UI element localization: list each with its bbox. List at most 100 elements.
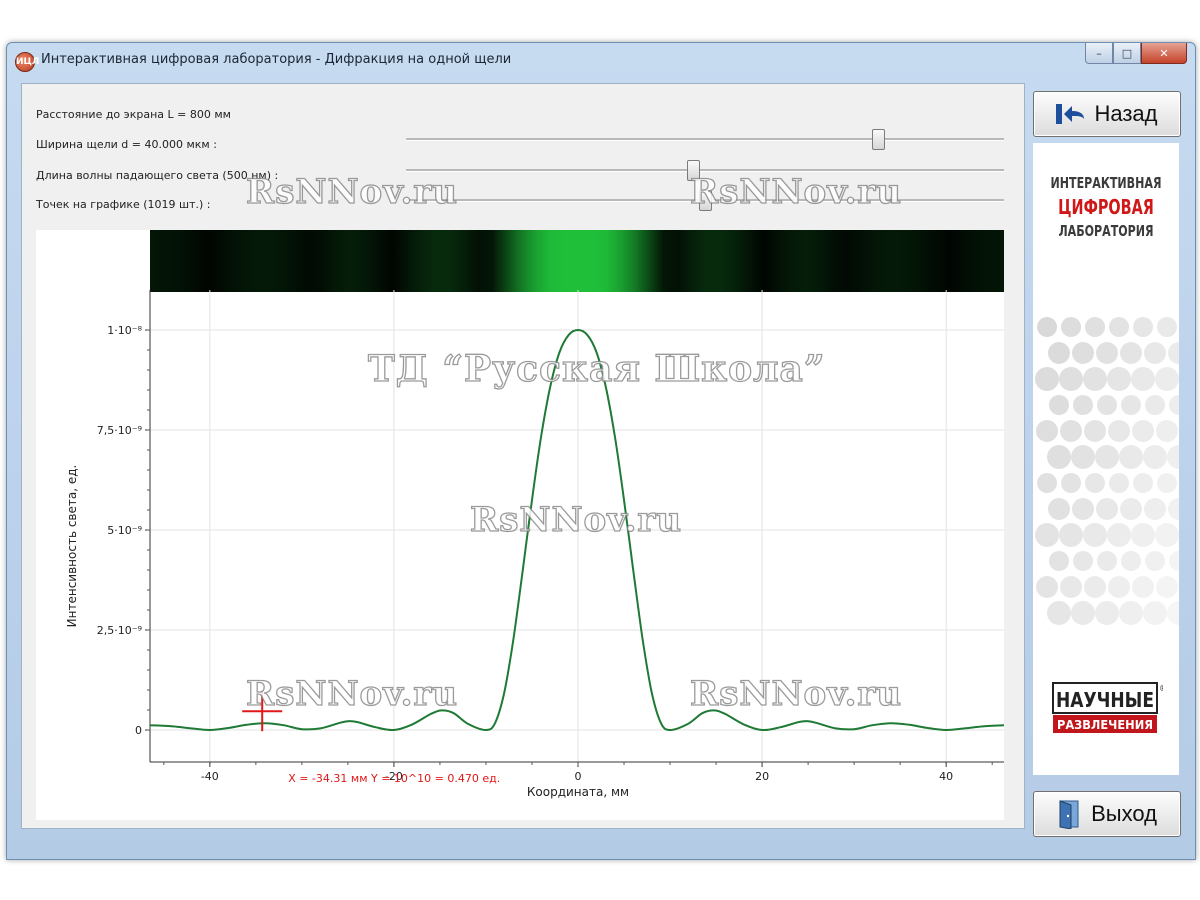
y-axis-label: Интенсивность света, ед. <box>65 465 79 628</box>
back-button-label: Назад <box>1094 101 1158 126</box>
publisher-logo: НАУЧНЫЕ РАЗВЛЕЧЕНИЯ ® <box>1052 682 1163 733</box>
decorative-dot <box>1096 342 1118 364</box>
decorative-dot <box>1132 420 1154 442</box>
svg-text:®: ® <box>1159 684 1163 693</box>
decorative-dot <box>1121 551 1141 571</box>
y-tick-label: 1·10⁻⁸ <box>107 324 142 337</box>
decorative-dot <box>1133 317 1153 337</box>
decorative-dot <box>1168 342 1179 364</box>
decorative-dot <box>1037 317 1057 337</box>
decorative-dot <box>1107 523 1131 547</box>
decorative-dot <box>1049 395 1069 415</box>
decorative-dot <box>1047 601 1071 625</box>
decorative-dot <box>1109 317 1129 337</box>
decorative-dot <box>1071 601 1095 625</box>
decorative-dot <box>1144 498 1166 520</box>
cursor-readout: X = -34.31 мм Y = 10^10 = 0.470 ед. <box>288 772 500 785</box>
decorative-dot <box>1109 473 1129 493</box>
decorative-dot <box>1096 498 1118 520</box>
exit-button-label: Выход <box>1091 801 1157 826</box>
lab-brand-logo: ИНТЕРАКТИВНАЯ ЦИФРОВАЯ ЛАБОРАТОРИЯ <box>1050 174 1162 240</box>
decorative-dot <box>1036 576 1058 598</box>
window-title: Интерактивная цифровая лаборатория - Диф… <box>41 52 512 67</box>
wavelength-label: Длина волны падающего света (500 нм) : <box>36 169 279 182</box>
decorative-dot <box>1072 342 1094 364</box>
points-slider-thumb[interactable] <box>699 190 712 211</box>
decorative-dot <box>1097 551 1117 571</box>
decorative-dot <box>1036 420 1058 442</box>
y-tick-label: 0 <box>135 724 142 737</box>
main-panel: Расстояние до экрана L = 800 мм Ширина щ… <box>21 83 1025 829</box>
decorative-dots <box>1035 317 1179 625</box>
decorative-dot <box>1120 342 1142 364</box>
x-tick-label: 0 <box>575 770 582 783</box>
points-slider[interactable] <box>406 190 1004 211</box>
decorative-dot <box>1145 551 1165 571</box>
exit-button[interactable]: Выход <box>1033 791 1181 837</box>
decorative-dot <box>1048 498 1070 520</box>
x-tick-label: 20 <box>755 770 769 783</box>
decorative-dot <box>1107 367 1131 391</box>
maximize-button[interactable]: □ <box>1113 43 1141 64</box>
title-bar[interactable]: ИЦЛ Интерактивная цифровая лаборатория -… <box>7 43 1195 77</box>
decorative-dot <box>1157 473 1177 493</box>
decorative-dot <box>1047 445 1071 469</box>
decorative-dot <box>1145 395 1165 415</box>
decorative-dot <box>1061 317 1081 337</box>
decorative-dot <box>1121 395 1141 415</box>
decorative-dot <box>1169 551 1179 571</box>
decorative-dot <box>1155 523 1179 547</box>
decorative-dot <box>1085 317 1105 337</box>
slit-width-slider[interactable] <box>406 129 1004 150</box>
y-tick-label: 2,5·10⁻⁹ <box>97 624 142 637</box>
decorative-dot <box>1071 445 1095 469</box>
minimize-button[interactable]: – <box>1085 43 1113 64</box>
decorative-dot <box>1083 523 1107 547</box>
decorative-dot <box>1095 445 1119 469</box>
decorative-dot <box>1133 473 1153 493</box>
wavelength-slider[interactable] <box>406 160 1004 181</box>
sidebar: Назад ИНТЕРАКТИВНАЯ ЦИФРОВАЯ ЛАБОРАТОРИЯ… <box>1031 83 1185 843</box>
close-button[interactable]: ✕ <box>1141 43 1187 64</box>
decorative-dot <box>1073 395 1093 415</box>
decorative-dot <box>1084 576 1106 598</box>
maximize-icon: □ <box>1121 46 1133 60</box>
decorative-dot <box>1156 420 1178 442</box>
decorative-dot <box>1059 523 1083 547</box>
intensity-chart[interactable]: -40 -20 0 20 4002,5·10⁻⁹5·10⁻⁹7,5·10⁻⁹1·10⁻⁸… <box>36 230 1004 820</box>
minimize-icon: – <box>1096 46 1102 60</box>
decorative-dot <box>1073 551 1093 571</box>
slit-width-slider-thumb[interactable] <box>872 129 886 150</box>
decorative-dot <box>1037 473 1057 493</box>
decorative-dot <box>1084 420 1106 442</box>
decorative-dot <box>1108 420 1130 442</box>
branding-panel: ИНТЕРАКТИВНАЯ ЦИФРОВАЯ ЛАБОРАТОРИЯ НАУЧН… <box>1033 143 1179 775</box>
decorative-dot <box>1131 523 1155 547</box>
svg-text:НАУЧНЫЕ: НАУЧНЫЕ <box>1056 688 1154 712</box>
decorative-dot <box>1156 576 1178 598</box>
decorative-dot <box>1060 420 1082 442</box>
decorative-dot <box>1144 342 1166 364</box>
wavelength-slider-thumb[interactable] <box>687 160 701 181</box>
back-arrow-icon <box>1056 104 1085 124</box>
decorative-dot <box>1035 367 1059 391</box>
decorative-dot <box>1157 317 1177 337</box>
back-button[interactable]: Назад <box>1033 91 1181 137</box>
decorative-dot <box>1097 395 1117 415</box>
decorative-dot <box>1119 445 1143 469</box>
decorative-dot <box>1108 576 1130 598</box>
y-tick-label: 7,5·10⁻⁹ <box>97 424 142 437</box>
decorative-dot <box>1035 523 1059 547</box>
plot-panel[interactable]: -40 -20 0 20 40 0 2,5·10⁻⁹ 5·10⁻⁹ 7,5·10⁻⁹ 1·10⁻⁸… <box>36 230 1004 820</box>
decorative-dot <box>1167 601 1179 625</box>
x-tick-label: 40 <box>939 770 953 783</box>
decorative-dot <box>1085 473 1105 493</box>
decorative-dot <box>1060 576 1082 598</box>
y-tick-label: 5·10⁻⁹ <box>107 524 142 537</box>
decorative-dot <box>1132 576 1154 598</box>
decorative-dot <box>1059 367 1083 391</box>
svg-text:РАЗВЛЕЧЕНИЯ: РАЗВЛЕЧЕНИЯ <box>1057 718 1153 732</box>
close-icon: ✕ <box>1159 46 1169 60</box>
decorative-dot <box>1155 367 1179 391</box>
slit-width-label: Ширина щели d = 40.000 мкм : <box>36 138 217 151</box>
